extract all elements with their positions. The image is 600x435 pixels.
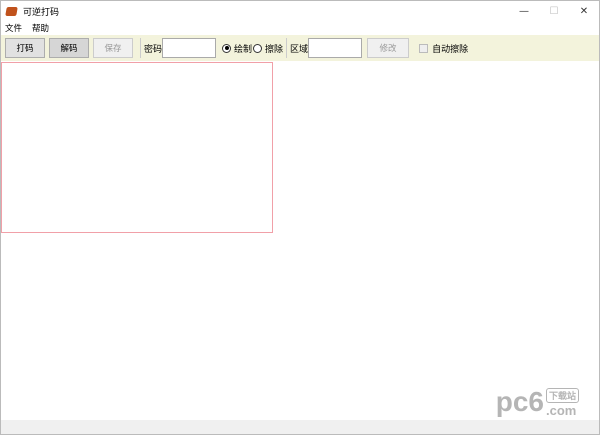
erase-radio[interactable] <box>253 43 263 53</box>
menu-help[interactable]: 帮助 <box>32 22 49 34</box>
region-input[interactable] <box>308 38 363 58</box>
save-button[interactable]: 保存 <box>93 38 133 58</box>
window-title: 可逆打码 <box>23 7 60 18</box>
draw-label: 绘制 <box>234 44 253 55</box>
encode-button[interactable]: 打码 <box>5 38 45 58</box>
title-bar: 可逆打码 — ☐ ✕ <box>1 1 599 21</box>
erase-label: 擦除 <box>265 44 284 55</box>
modify-button[interactable]: 修改 <box>367 38 410 58</box>
app-icon <box>5 6 18 16</box>
divider <box>140 38 141 58</box>
auto-erase-label: 自动擦除 <box>432 44 469 55</box>
region-label: 区域 <box>290 44 309 55</box>
password-label: 密码 <box>144 44 163 55</box>
decode-button[interactable]: 解码 <box>49 38 89 58</box>
divider <box>286 38 288 58</box>
menu-bar: 文件 帮助 <box>1 21 599 34</box>
password-input[interactable] <box>162 38 217 58</box>
watermark-logo: pc6 下载站 .com <box>496 386 579 418</box>
close-button[interactable]: ✕ <box>569 1 599 21</box>
toolbar: 打码 解码 保存 密码 绘制 擦除 区域 修改 自动擦除 <box>1 35 599 61</box>
status-bar <box>1 420 599 434</box>
menu-file[interactable]: 文件 <box>5 22 22 34</box>
draw-radio[interactable] <box>222 43 232 53</box>
maximize-button[interactable]: ☐ <box>539 1 569 21</box>
minimize-button[interactable]: — <box>509 1 539 21</box>
auto-erase-checkbox[interactable] <box>419 43 429 53</box>
image-canvas[interactable] <box>1 62 273 233</box>
